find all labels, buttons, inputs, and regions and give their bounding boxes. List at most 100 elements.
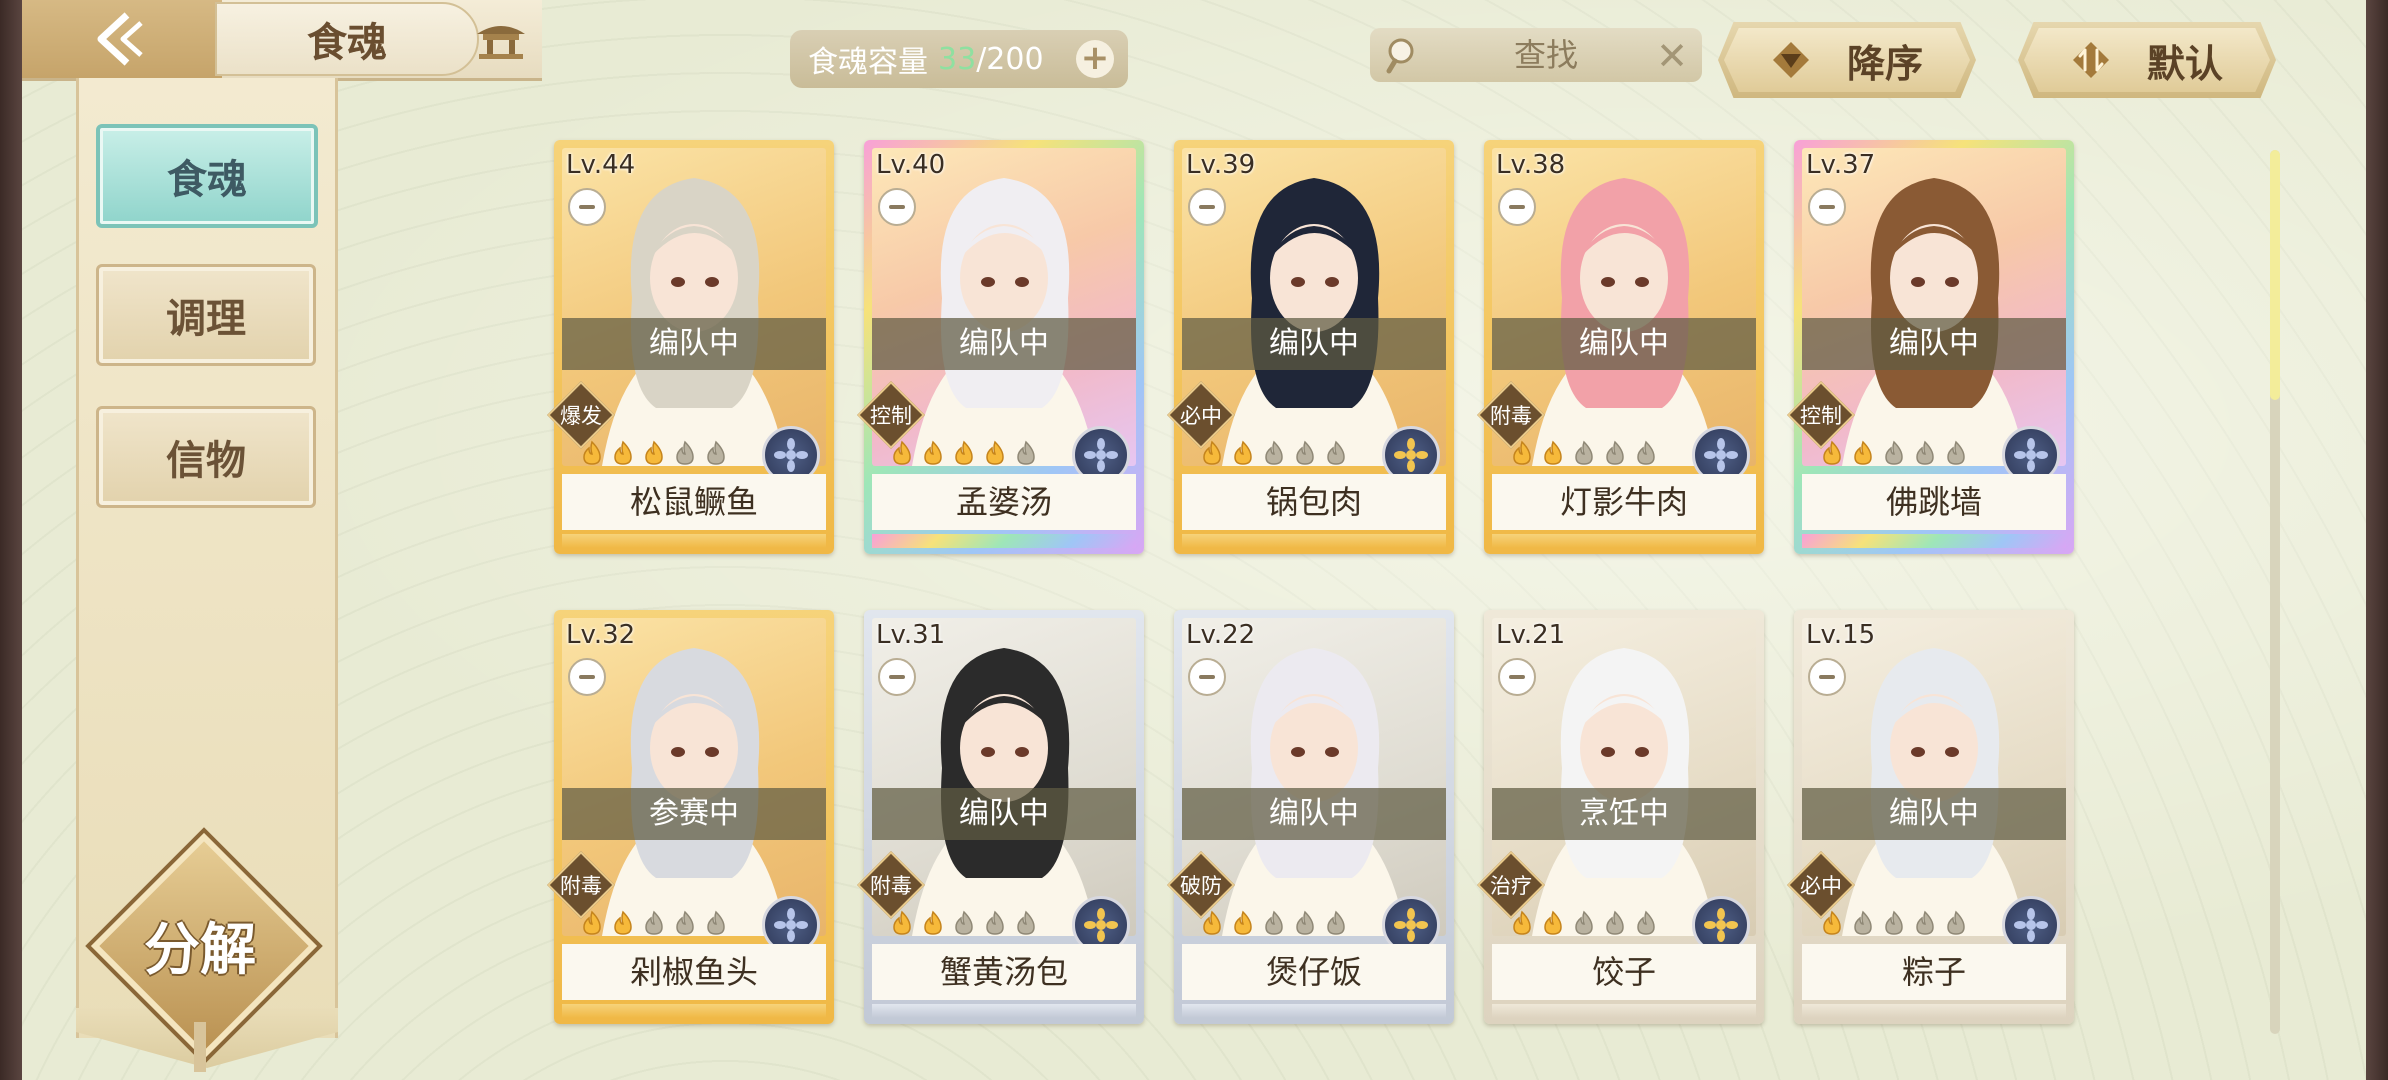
card-name: 孟婆汤 <box>872 474 1136 530</box>
card-level: Lv.32 <box>566 620 636 650</box>
card-name: 煲仔饭 <box>1182 944 1446 1000</box>
home-pavilion-icon[interactable] <box>470 12 532 64</box>
decompose-button[interactable]: 分解 <box>110 900 290 990</box>
card-level: Lv.37 <box>1806 150 1876 180</box>
card-level: Lv.39 <box>1186 150 1256 180</box>
sort-descending-content: 降序 <box>1771 33 1923 88</box>
back-button[interactable] <box>22 0 222 78</box>
flame-star-icon <box>1823 910 1841 935</box>
bowl-icon <box>878 188 916 226</box>
swap-arrows-icon <box>2072 42 2109 78</box>
screen-bezel-right <box>2366 0 2388 1080</box>
card-footer-strip <box>1802 1004 2066 1018</box>
role-label: 附毒 <box>560 874 602 898</box>
sort-default-button[interactable]: 默认 <box>2018 22 2276 98</box>
scrollbar[interactable] <box>2270 150 2280 1034</box>
sort-descending-button[interactable]: 降序 <box>1718 22 1976 98</box>
role-badge: 爆发 <box>547 381 615 449</box>
card-name: 锅包肉 <box>1182 474 1446 530</box>
role-badge: 治疗 <box>1477 851 1545 919</box>
flame-star-icon <box>1575 440 1593 465</box>
food-soul-card[interactable]: Lv.39 编队中必中锅包肉 <box>1167 140 1454 554</box>
food-soul-card[interactable]: Lv.44 编队中 爆发 松鼠鳜鱼 <box>547 140 834 554</box>
triangle-down-icon <box>1772 42 1809 78</box>
flame-star-icon <box>1637 440 1655 465</box>
card-footer-strip <box>1802 534 2066 548</box>
flame-star-icon <box>1544 910 1562 935</box>
flame-star-icon <box>1296 440 1314 465</box>
flame-star-icon <box>676 910 694 935</box>
bowl-icon <box>1498 188 1536 226</box>
nav-tab-tokens[interactable]: 信物 <box>96 406 316 508</box>
clear-search-icon[interactable]: ✕ <box>1656 34 1688 78</box>
flame-star-icon <box>645 440 663 465</box>
flame-star-icon <box>1947 440 1965 465</box>
card-name: 灯影牛肉 <box>1492 474 1756 530</box>
card-name: 佛跳墙 <box>1802 474 2066 530</box>
flame-star-icon <box>1606 440 1624 465</box>
flame-star-icon <box>955 440 973 465</box>
food-soul-card[interactable]: Lv.38 编队中 附毒 灯影牛肉 <box>1477 140 1764 554</box>
card-footer-strip <box>872 534 1136 548</box>
flame-star-icon <box>1947 910 1965 935</box>
flame-star-icon <box>924 910 942 935</box>
nav-tab-cooking[interactable]: 调理 <box>96 264 316 366</box>
search-input[interactable] <box>1444 35 1648 75</box>
food-soul-card[interactable]: Lv.22 编队中 破防 煲仔饭 <box>1167 610 1454 1024</box>
search-bar[interactable]: ✕ <box>1370 28 1702 82</box>
star-rating <box>1818 910 1970 936</box>
flame-star-icon <box>1327 440 1345 465</box>
capacity-display: 食魂容量 33/200 + <box>790 30 1128 88</box>
sort-default-label: 默认 <box>2146 41 2223 86</box>
food-soul-grid: Lv.44 编队中 爆发 松鼠鳜鱼 Lv.40 编队中 控制 孟婆汤 Lv.39 编队中 必中 锅包肉… <box>547 140 2074 1030</box>
card-name: 粽子 <box>1802 944 2066 1000</box>
flame-star-icon <box>1606 910 1624 935</box>
flame-star-icon <box>614 910 632 935</box>
card-footer-strip <box>1182 1004 1446 1018</box>
sort-descending-label: 降序 <box>1846 41 1923 86</box>
card-footer-strip <box>872 1004 1136 1018</box>
food-soul-card[interactable]: Lv.40 编队中 控制 孟婆汤 <box>857 140 1144 554</box>
card-footer-strip <box>1492 1004 1756 1018</box>
card-level: Lv.40 <box>876 150 946 180</box>
role-label: 附毒 <box>1490 404 1532 428</box>
flame-star-icon <box>1265 910 1283 935</box>
card-status: 编队中 <box>1182 318 1446 370</box>
card-name: 松鼠鳜鱼 <box>562 474 826 530</box>
food-soul-card[interactable]: Lv.15 编队中 必中 粽子 <box>1787 610 2074 1024</box>
flame-star-icon <box>1203 440 1221 465</box>
food-soul-card[interactable]: Lv.37 编队中 控制 佛跳墙 <box>1787 140 2074 554</box>
food-soul-card[interactable]: Lv.32 参赛中 附毒 剁椒鱼头 <box>547 610 834 1024</box>
bowl-icon <box>1188 658 1226 696</box>
flame-star-icon <box>1234 910 1252 935</box>
role-badge: 必中 <box>1787 851 1855 919</box>
search-icon <box>1386 38 1414 74</box>
nav-tab-food-souls[interactable]: 食魂 <box>96 124 318 228</box>
flame-star-icon <box>1823 440 1841 465</box>
card-level: Lv.15 <box>1806 620 1876 650</box>
star-rating <box>1508 440 1660 466</box>
card-footer-strip <box>562 534 826 548</box>
star-rating <box>1198 440 1350 466</box>
flame-star-icon <box>1575 910 1593 935</box>
role-badge: 破防 <box>1167 851 1235 919</box>
star-rating <box>888 440 1040 466</box>
star-rating <box>578 910 730 936</box>
card-footer-strip <box>562 1004 826 1018</box>
scrollbar-thumb[interactable] <box>2270 150 2280 400</box>
flame-star-icon <box>1203 910 1221 935</box>
role-label: 必中 <box>1180 404 1222 428</box>
flame-star-icon <box>1885 440 1903 465</box>
capacity-count: 33/200 <box>938 42 1044 77</box>
add-capacity-button[interactable]: + <box>1076 40 1114 78</box>
card-status: 参赛中 <box>562 788 826 840</box>
flame-star-icon <box>583 910 601 935</box>
food-soul-card[interactable]: Lv.31 编队中 附毒 蟹黄汤包 <box>857 610 1144 1024</box>
card-level: Lv.21 <box>1496 620 1566 650</box>
flame-star-icon <box>1637 910 1655 935</box>
food-soul-card[interactable]: Lv.21 烹饪中 治疗 饺子 <box>1477 610 1764 1024</box>
flame-star-icon <box>614 440 632 465</box>
flame-star-icon <box>1854 910 1872 935</box>
capacity-max: /200 <box>976 41 1044 77</box>
role-label: 控制 <box>870 404 912 428</box>
